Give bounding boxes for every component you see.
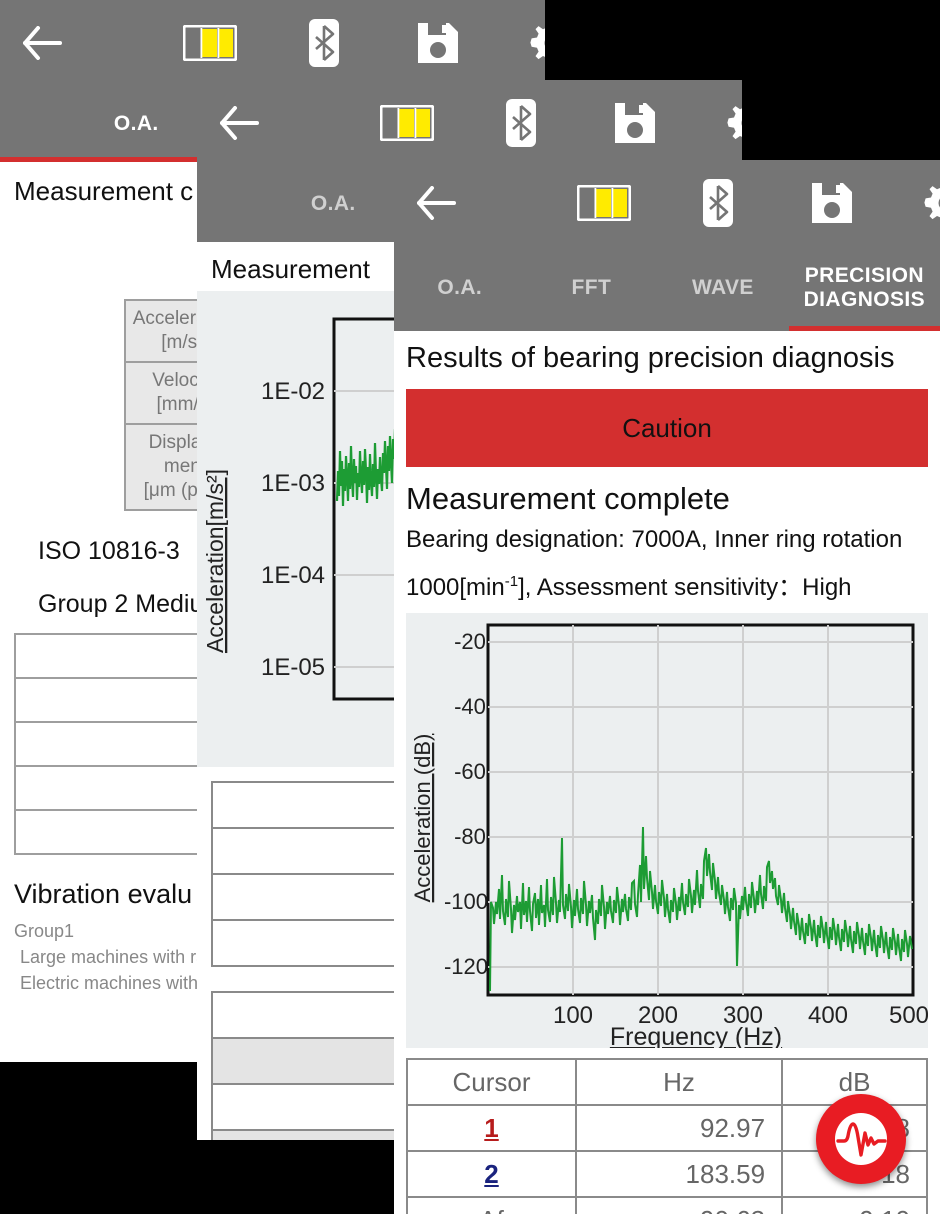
svg-text:Acceleration (dB): Acceleration (dB) [410,734,435,903]
svg-text:1E-05: 1E-05 [261,654,325,681]
tab-label: O.A. [114,112,159,136]
svg-text:-40: -40 [454,694,486,719]
svg-text:-120: -120 [444,954,488,979]
svg-text:400: 400 [808,1002,848,1029]
window-precision-diagnosis: O.A. FFT WAVE PRECISION DIAGNOSIS Result… [394,160,940,1214]
tab-label: PRECISION DIAGNOSIS [789,264,940,312]
back-arrow-icon[interactable] [0,0,84,85]
svg-text:100: 100 [553,1002,593,1029]
waveform-pulse-icon [833,1111,889,1167]
back-arrow-icon[interactable] [197,80,281,165]
table-row: Δf 90.63 9.10 [407,1197,927,1214]
tab-oa-3[interactable]: O.A. [394,245,526,331]
gear-icon[interactable] [904,160,940,245]
spectrum-chart-container[interactable]: Acceleration (dB) -20 -40 -60 -80 -100 -… [406,613,928,1048]
svg-text:-20: -20 [454,629,486,654]
svg-text:-60: -60 [454,759,486,784]
detail-sup: -1 [505,573,518,590]
cursor-1-label[interactable]: 1 [407,1105,576,1151]
bluetooth-icon[interactable] [676,160,760,245]
battery-icon[interactable] [365,80,449,165]
bearing-detail-line1: Bearing designation: 7000A, Inner ring r… [394,517,940,559]
tab-label: O.A. [437,276,482,300]
save-floppy-icon[interactable] [593,80,677,165]
status-badge: Caution [406,389,928,467]
svg-text:-80: -80 [454,824,486,849]
bearing-detail-line2: 1000[min-1], Assessment sensitivity：High [394,559,940,607]
screen-root: O.A. F Measurement c r.m. Acceleration [… [0,0,940,1214]
svg-text:1E-04: 1E-04 [261,562,325,589]
detail-pre: 1000[min [406,574,505,601]
bluetooth-icon[interactable] [479,80,563,165]
app-toolbar-3 [394,160,940,245]
svg-text:500: 500 [889,1002,928,1029]
svg-text:Frequency (Hz): Frequency (Hz) [610,1023,782,1048]
tab-label: FFT [572,276,612,300]
battery-icon[interactable] [168,0,252,85]
svg-text:Acceleration[m/s²]: Acceleration[m/s²] [202,469,228,653]
tabbar-3: O.A. FFT WAVE PRECISION DIAGNOSIS [394,245,940,331]
cursor-delta-label: Δf [407,1197,576,1214]
back-arrow-icon[interactable] [394,160,478,245]
tab-precision-diagnosis[interactable]: PRECISION DIAGNOSIS [789,245,940,331]
cursor-delta-db: 9.10 [782,1197,927,1214]
results-heading: Results of bearing precision diagnosis [394,331,940,375]
measurement-status-title: Measurement complete [394,467,940,517]
cursor-1-hz: 92.97 [576,1105,782,1151]
bluetooth-icon[interactable] [282,0,366,85]
acceleration-db-chart: Acceleration (dB) -20 -40 -60 -80 -100 -… [406,613,928,1048]
col-header-hz: Hz [576,1059,782,1105]
svg-text:-100: -100 [444,889,488,914]
status-badge-label: Caution [622,413,712,444]
tab-wave-3[interactable]: WAVE [657,245,789,331]
app-toolbar-2 [197,80,742,165]
svg-text:1E-03: 1E-03 [261,470,325,497]
gear-icon[interactable] [510,0,545,85]
measure-fab-button[interactable] [816,1094,906,1184]
tab-fft-3[interactable]: FFT [526,245,658,331]
save-floppy-icon[interactable] [790,160,874,245]
tab-label: O.A. [311,192,356,216]
cursor-2-label[interactable]: 2 [407,1151,576,1197]
detail-post: ], Assessment sensitivity：High [518,574,851,601]
app-toolbar-1 [0,0,545,85]
col-header-cursor: Cursor [407,1059,576,1105]
gear-icon[interactable] [707,80,742,165]
cursor-delta-hz: 90.63 [576,1197,782,1214]
save-floppy-icon[interactable] [396,0,480,85]
svg-text:1E-02: 1E-02 [261,378,325,405]
battery-icon[interactable] [562,160,646,245]
black-gap-top-right [545,0,940,80]
tab-label: WAVE [692,276,754,300]
cursor-2-hz: 183.59 [576,1151,782,1197]
